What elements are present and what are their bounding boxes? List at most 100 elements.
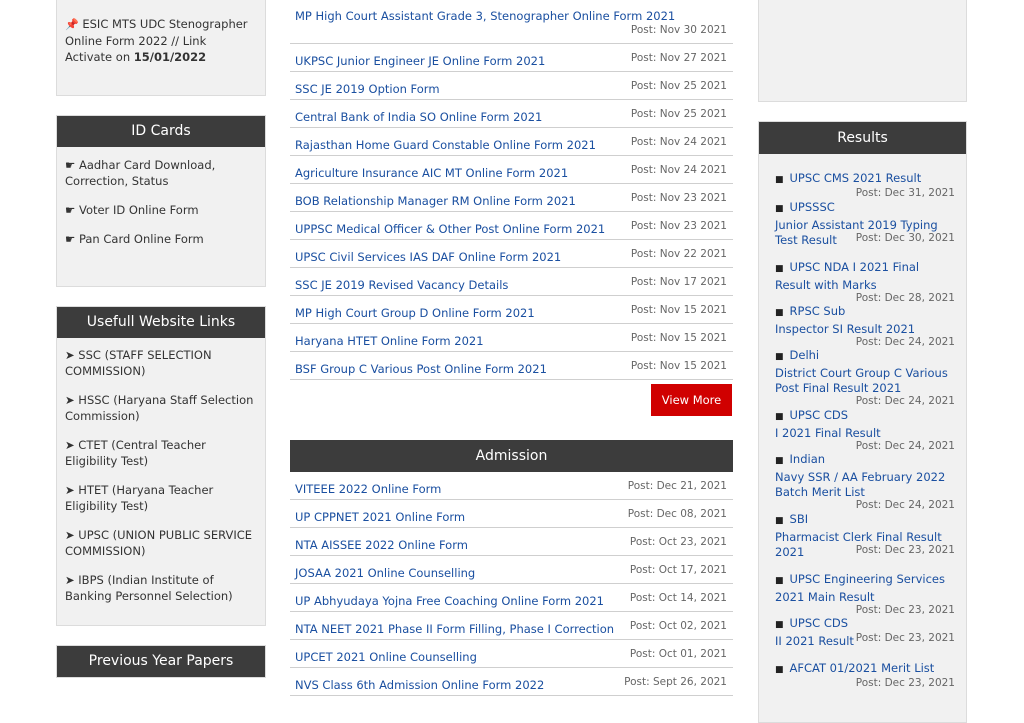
job-link[interactable]: MP High Court Group D Online Form 2021: [295, 306, 535, 320]
result-item: ■ RPSC Sub Inspector SI Result 2021 Post:…: [775, 304, 955, 348]
previous-papers-title[interactable]: Previous Year Papers: [57, 646, 265, 677]
job-post-date: Post: Nov 17 2021: [630, 276, 727, 288]
result-link[interactable]: RPSC Sub: [790, 304, 846, 318]
notice-text[interactable]: 📌 ESIC MTS UDC Stenographer Online Form …: [65, 16, 257, 65]
job-link[interactable]: UKPSC Junior Engineer JE Online Form 202…: [295, 54, 545, 68]
job-link[interactable]: SSC JE 2019 Revised Vacancy Details: [295, 278, 508, 292]
admission-row: NTA AISSEE 2022 Online Form Post: Oct 23,…: [290, 528, 733, 556]
result-link-line[interactable]: District Court Group C Various: [775, 366, 948, 380]
result-link[interactable]: SBI: [790, 512, 809, 526]
useful-link-item[interactable]: ➤ SSC (STAFF SELECTION COMMISSION): [65, 347, 257, 379]
job-row: SSC JE 2019 Option Form Post: Nov 25 2021: [290, 72, 733, 100]
results-title: Results: [759, 122, 966, 154]
result-item: ■ UPSC CDS I 2021 Final Result Post: Dec …: [775, 408, 955, 452]
bullet-icon: ■: [775, 576, 784, 586]
job-link[interactable]: SSC JE 2019 Option Form: [295, 82, 440, 96]
admission-row: JOSAA 2021 Online Counselling Post: Oct 1…: [290, 556, 733, 584]
result-link-line[interactable]: Pharmacist Clerk Final Result: [775, 530, 942, 544]
job-link[interactable]: BOB Relationship Manager RM Online Form …: [295, 194, 576, 208]
result-link-line[interactable]: 2021 Main Result: [775, 590, 875, 604]
right-top-box: [758, 0, 967, 102]
result-item: ■ UPSC Engineering Services 2021 Main Res…: [775, 572, 955, 616]
result-link[interactable]: UPSC CDS: [790, 408, 849, 422]
job-link[interactable]: Rajasthan Home Guard Constable Online Fo…: [295, 138, 596, 152]
useful-link-item[interactable]: ➤ HTET (Haryana Teacher Eligibility Test…: [65, 482, 257, 514]
useful-link-item[interactable]: ➤ CTET (Central Teacher Eligibility Test…: [65, 437, 257, 469]
admission-post-date: Post: Oct 02, 2021: [629, 620, 727, 632]
job-row: Agriculture Insurance AIC MT Online Form…: [290, 156, 733, 184]
result-post-date: Post: Dec 23, 2021: [855, 632, 955, 644]
id-card-item[interactable]: ☛ Aadhar Card Download, Correction, Stat…: [65, 157, 257, 189]
view-more-button[interactable]: View More: [651, 384, 732, 416]
result-link-line[interactable]: Result with Marks: [775, 278, 877, 292]
result-item: ■ AFCAT 01/2021 Merit List Post: Dec 23, …: [775, 661, 955, 689]
admission-row: UPCET 2021 Online Counselling Post: Oct 0…: [290, 640, 733, 668]
result-link[interactable]: UPSSSC: [790, 200, 835, 214]
bullet-icon: ■: [775, 412, 784, 422]
result-link-line[interactable]: Batch Merit List: [775, 485, 865, 499]
job-link[interactable]: UPPSC Medical Officer & Other Post Onlin…: [295, 222, 605, 236]
job-post-date: Post: Nov 24 2021: [630, 164, 727, 176]
useful-link-item[interactable]: ➤ IBPS (Indian Institute of Banking Pers…: [65, 572, 257, 604]
result-item: ■ Indian Navy SSR / AA February 2022 Batc…: [775, 452, 955, 511]
job-row: UPSC Civil Services IAS DAF Online Form …: [290, 240, 733, 268]
admission-post-date: Post: Oct 17, 2021: [629, 564, 727, 576]
previous-papers-box: Previous Year Papers: [56, 645, 266, 678]
results-box: Results ■ UPSC CMS 2021 Result Post: Dec …: [758, 121, 967, 723]
bullet-icon: ■: [775, 264, 784, 274]
job-post-date: Post: Nov 22 2021: [630, 248, 727, 260]
result-link[interactable]: UPSC NDA I 2021 Final: [790, 260, 920, 274]
result-link-line[interactable]: Test Result: [775, 233, 837, 247]
job-post-date: Post: Nov 23 2021: [630, 192, 727, 204]
result-link[interactable]: Indian: [790, 452, 826, 466]
result-link[interactable]: UPSC CMS 2021 Result: [790, 171, 922, 185]
job-link[interactable]: BSF Group C Various Post Online Form 202…: [295, 362, 547, 376]
admission-row: UP Abhyudaya Yojna Free Coaching Online …: [290, 584, 733, 612]
admission-link[interactable]: UPCET 2021 Online Counselling: [295, 650, 477, 664]
result-link-line[interactable]: Post Final Result 2021: [775, 381, 901, 395]
admission-link[interactable]: JOSAA 2021 Online Counselling: [295, 566, 475, 580]
result-link[interactable]: Delhi: [790, 348, 820, 362]
left-sidebar: 📌 ESIC MTS UDC Stenographer Online Form …: [56, 0, 266, 678]
job-post-date: Post: Nov 15 2021: [630, 332, 727, 344]
result-link[interactable]: AFCAT 01/2021 Merit List: [790, 661, 935, 675]
admission-post-date: Post: Dec 21, 2021: [627, 480, 727, 492]
admission-link[interactable]: NTA AISSEE 2022 Online Form: [295, 538, 468, 552]
bullet-icon: ■: [775, 665, 784, 675]
job-row: BSF Group C Various Post Online Form 202…: [290, 352, 733, 380]
bullet-icon: ■: [775, 352, 784, 362]
admission-link[interactable]: NVS Class 6th Admission Online Form 2022: [295, 678, 544, 692]
result-post-date: Post: Dec 30, 2021: [855, 232, 955, 244]
job-link[interactable]: UPSC Civil Services IAS DAF Online Form …: [295, 250, 561, 264]
result-link-line[interactable]: II 2021 Result: [775, 634, 854, 648]
id-card-item[interactable]: ☛ Voter ID Online Form: [65, 202, 257, 218]
job-link[interactable]: Haryana HTET Online Form 2021: [295, 334, 484, 348]
admission-link[interactable]: UP Abhyudaya Yojna Free Coaching Online …: [295, 594, 604, 608]
right-sidebar: Results ■ UPSC CMS 2021 Result Post: Dec …: [758, 0, 967, 723]
useful-link-item[interactable]: ➤ UPSC (UNION PUBLIC SERVICE COMMISSION): [65, 527, 257, 559]
job-link[interactable]: Agriculture Insurance AIC MT Online Form…: [295, 166, 568, 180]
useful-links-box: Usefull Website Links ➤ SSC (STAFF SELEC…: [56, 306, 266, 626]
job-link[interactable]: Central Bank of India SO Online Form 202…: [295, 110, 542, 124]
result-item: ■ SBI Pharmacist Clerk Final Result 2021 …: [775, 512, 955, 561]
admission-post-date: Post: Dec 08, 2021: [627, 508, 727, 520]
result-link-line[interactable]: 2021: [775, 545, 804, 559]
useful-link-item[interactable]: ➤ HSSC (Haryana Staff Selection Commissi…: [65, 392, 257, 424]
admission-link[interactable]: UP CPPNET 2021 Online Form: [295, 510, 465, 524]
result-link-line[interactable]: Junior Assistant 2019 Typing: [775, 218, 938, 232]
result-link-line[interactable]: Navy SSR / AA February 2022: [775, 470, 945, 484]
result-link[interactable]: UPSC CDS: [790, 616, 849, 630]
id-card-item[interactable]: ☛ Pan Card Online Form: [65, 231, 257, 247]
result-link-line[interactable]: I 2021 Final Result: [775, 426, 881, 440]
id-cards-title: ID Cards: [57, 116, 265, 147]
admission-post-date: Post: Oct 14, 2021: [629, 592, 727, 604]
admission-row: UP CPPNET 2021 Online Form Post: Dec 08, …: [290, 500, 733, 528]
job-post-date: Post: Nov 25 2021: [630, 80, 727, 92]
result-link[interactable]: UPSC Engineering Services: [790, 572, 946, 586]
admission-link[interactable]: VITEEE 2022 Online Form: [295, 482, 441, 496]
admission-link[interactable]: NTA NEET 2021 Phase II Form Filling, Pha…: [295, 622, 614, 636]
job-link[interactable]: MP High Court Assistant Grade 3, Stenogr…: [295, 9, 675, 23]
job-row: Central Bank of India SO Online Form 202…: [290, 100, 733, 128]
result-post-date: Post: Dec 23, 2021: [855, 677, 955, 689]
result-link-line[interactable]: Inspector SI Result 2021: [775, 322, 915, 336]
